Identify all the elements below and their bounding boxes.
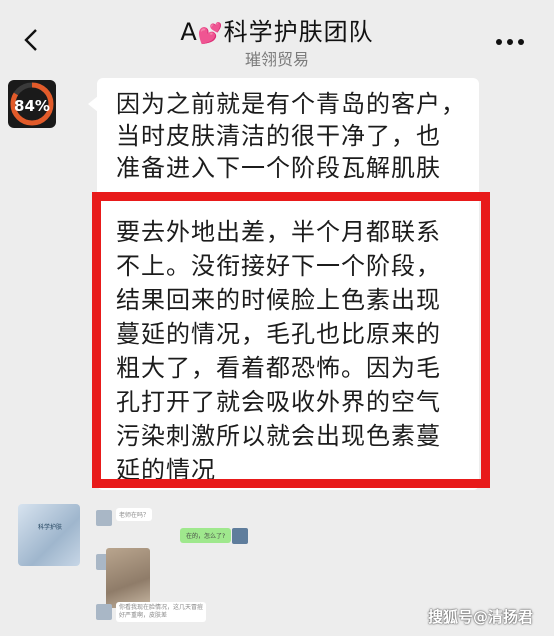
thumbnail-avatar-label: 科学护肤 — [38, 524, 63, 531]
mini-bubble: 老师在吗？ — [116, 508, 153, 521]
mini-green-bubble: 在的，怎么了? — [180, 528, 232, 543]
mini-avatar — [96, 604, 112, 620]
watermark: 搜狐号@清扬君 — [428, 608, 534, 626]
mini-photo — [106, 548, 150, 608]
message-line: 当时皮肤清洁的很干净了，也 — [116, 122, 441, 150]
chat-header: A💕科学护肤团队 璀翎贸易 — [0, 0, 554, 80]
mini-avatar — [96, 510, 112, 526]
thumbnail-avatar: 科学护肤 — [18, 504, 80, 566]
sender-avatar[interactable]: 84% — [8, 80, 56, 128]
message-line: 因为之前就是有个青岛的客户， — [116, 90, 466, 118]
chat-title-prefix: A — [180, 18, 198, 46]
mini-bubble: 你看我现在脸情况，这几天冒痘好严重啊，皮肤差 — [116, 602, 206, 622]
red-highlight-frame — [92, 192, 490, 488]
chat-title-main: 科学护肤团队 — [223, 18, 374, 46]
mini-avatar — [232, 528, 248, 544]
heart-icon: 💕 — [197, 21, 224, 45]
message-line: 准备进入下一个阶段瓦解肌肤 — [116, 154, 441, 182]
more-options-icon[interactable] — [495, 38, 525, 46]
chat-title: A💕科学护肤团队 — [0, 12, 554, 47]
chat-subtitle: 璀翎贸易 — [244, 50, 309, 69]
avatar-percent-text: 84% — [14, 97, 50, 115]
